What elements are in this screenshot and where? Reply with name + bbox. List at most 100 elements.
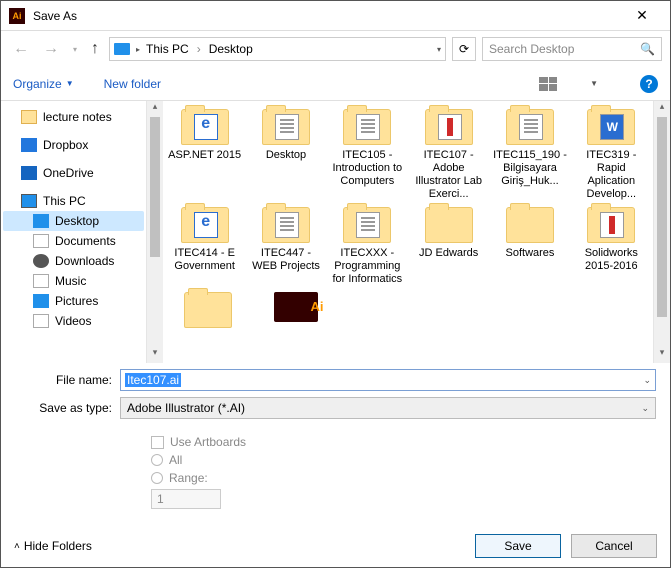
scroll-down-icon[interactable]: ▾ — [147, 347, 163, 363]
search-input[interactable]: Search Desktop 🔍 — [482, 37, 662, 61]
organize-label: Organize — [13, 77, 62, 91]
folder-item[interactable]: Solidworks 2015-2016 — [574, 207, 649, 286]
sidebar-item-label: OneDrive — [43, 166, 94, 180]
scroll-thumb[interactable] — [657, 117, 667, 317]
breadcrumb-current[interactable]: Desktop — [209, 42, 253, 56]
search-placeholder: Search Desktop — [489, 42, 574, 56]
folder-item[interactable]: ITEC115_190 - Bilgisayara Giriş_Huk... — [492, 109, 567, 201]
item-label: Solidworks 2015-2016 — [574, 247, 649, 273]
chevron-up-icon: ˄ — [14, 541, 20, 552]
desktop-icon — [33, 214, 49, 228]
item-label: ITEC447 - WEB Projects — [248, 247, 323, 273]
hide-folders-label: Hide Folders — [24, 539, 92, 553]
cancel-label: Cancel — [595, 539, 632, 553]
address-bar[interactable]: ▸ This PC › Desktop ▾ — [109, 37, 446, 61]
breadcrumb-root[interactable]: This PC — [146, 42, 189, 56]
window-title: Save As — [33, 9, 622, 23]
filegrid-scrollbar[interactable]: ▴ ▾ — [653, 101, 670, 363]
music-icon — [33, 274, 49, 288]
scroll-up-icon[interactable]: ▴ — [654, 101, 670, 117]
folder-item[interactable]: Desktop — [248, 109, 323, 201]
cancel-button[interactable]: Cancel — [571, 534, 657, 558]
sidebar-scrollbar[interactable]: ▴ ▾ — [146, 101, 163, 363]
chevron-down-icon: ⌄ — [641, 403, 649, 414]
onedrive-icon — [21, 166, 37, 180]
recent-dropdown[interactable]: ▾ — [69, 41, 81, 58]
folder-item[interactable]: Softwares — [492, 207, 567, 286]
folder-item[interactable] — [167, 292, 249, 332]
chevron-right-icon: › — [195, 42, 203, 56]
forward-button[interactable]: → — [39, 36, 63, 62]
up-button[interactable]: ↑ — [87, 36, 103, 62]
sidebar-item-thispc[interactable]: This PC — [3, 191, 144, 211]
options-area: Use Artboards All Range: 1 — [1, 427, 670, 517]
file-item[interactable] — [255, 292, 337, 332]
sidebar-item-label: Downloads — [55, 254, 114, 268]
search-icon: 🔍 — [640, 42, 655, 56]
sidebar-item-lecture-notes[interactable]: lecture notes — [3, 107, 144, 127]
body: lecture notes Dropbox OneDrive This PC D… — [1, 101, 670, 363]
sidebar-item-label: This PC — [43, 194, 86, 208]
title-bar: Ai Save As ✕ — [1, 1, 670, 31]
item-label: ITEC319 - Rapid Aplication Develop... — [574, 149, 649, 201]
folder-item[interactable]: JD Edwards — [411, 207, 486, 286]
range-radio[interactable] — [151, 472, 163, 484]
file-row: ASP.NET 2015 Desktop ITEC105 - Introduct… — [167, 109, 649, 201]
sidebar-item-music[interactable]: Music — [3, 271, 144, 291]
chevron-down-icon[interactable]: ▼ — [590, 79, 598, 88]
use-artboards-checkbox[interactable] — [151, 436, 164, 449]
folder-icon — [21, 110, 37, 124]
item-label: Desktop — [248, 149, 323, 162]
footer: ˄ Hide Folders Save Cancel — [0, 534, 671, 558]
save-label: Save — [504, 539, 531, 553]
back-button[interactable]: ← — [9, 36, 33, 62]
use-artboards-label: Use Artboards — [170, 435, 246, 449]
file-grid[interactable]: ASP.NET 2015 Desktop ITEC105 - Introduct… — [163, 101, 653, 363]
folder-item[interactable]: ITEC447 - WEB Projects — [248, 207, 323, 286]
organize-menu[interactable]: Organize ▼ — [13, 77, 74, 91]
filename-input[interactable]: Itec107.ai ⌄ — [120, 369, 656, 391]
filetype-select[interactable]: Adobe Illustrator (*.AI) ⌄ — [120, 397, 656, 419]
thispc-icon — [114, 43, 130, 55]
item-label: ITEC105 - Introduction to Computers — [330, 149, 405, 188]
item-label: ASP.NET 2015 — [167, 149, 242, 162]
folder-item[interactable]: ITEC319 - Rapid Aplication Develop... — [574, 109, 649, 201]
hide-folders-toggle[interactable]: ˄ Hide Folders — [14, 539, 92, 553]
save-button[interactable]: Save — [475, 534, 561, 558]
scroll-thumb[interactable] — [150, 117, 160, 257]
folder-item[interactable]: ASP.NET 2015 — [167, 109, 242, 201]
chevron-down-icon[interactable]: ⌄ — [643, 375, 651, 386]
form-area: File name: Itec107.ai ⌄ Save as type: Ad… — [1, 363, 670, 427]
help-button[interactable]: ? — [640, 75, 658, 93]
close-button[interactable]: ✕ — [622, 7, 662, 24]
sidebar-item-desktop[interactable]: Desktop — [3, 211, 144, 231]
sidebar-item-videos[interactable]: Videos — [3, 311, 144, 331]
sidebar-item-label: Pictures — [55, 294, 98, 308]
all-radio[interactable] — [151, 454, 163, 466]
filetype-label: Save as type: — [15, 401, 120, 415]
sidebar-item-downloads[interactable]: Downloads — [3, 251, 144, 271]
folder-item[interactable]: ITECXXX - Programming for Informatics — [330, 207, 405, 286]
thispc-icon — [21, 194, 37, 208]
pictures-icon — [33, 294, 49, 308]
scroll-up-icon[interactable]: ▴ — [147, 101, 163, 117]
scroll-down-icon[interactable]: ▾ — [654, 347, 670, 363]
sidebar-item-pictures[interactable]: Pictures — [3, 291, 144, 311]
chevron-down-icon[interactable]: ▾ — [437, 45, 441, 54]
folder-item[interactable]: ITEC107 - Adobe Illustrator Lab Exerci..… — [411, 109, 486, 201]
sidebar-item-onedrive[interactable]: OneDrive — [3, 163, 144, 183]
sidebar-item-documents[interactable]: Documents — [3, 231, 144, 251]
new-folder-button[interactable]: New folder — [104, 77, 161, 91]
view-options-button[interactable] — [538, 76, 558, 92]
range-label: Range: — [169, 471, 208, 485]
range-option: Range: — [151, 471, 656, 485]
downloads-icon — [33, 254, 49, 268]
filename-label: File name: — [15, 373, 120, 387]
folder-item[interactable]: ITEC105 - Introduction to Computers — [330, 109, 405, 201]
sidebar-item-label: Dropbox — [43, 138, 88, 152]
refresh-button[interactable]: ⟳ — [452, 37, 476, 61]
sidebar-item-dropbox[interactable]: Dropbox — [3, 135, 144, 155]
range-input[interactable]: 1 — [151, 489, 221, 509]
folder-item[interactable]: ITEC414 - E Government — [167, 207, 242, 286]
item-label: ITEC414 - E Government — [167, 247, 242, 273]
